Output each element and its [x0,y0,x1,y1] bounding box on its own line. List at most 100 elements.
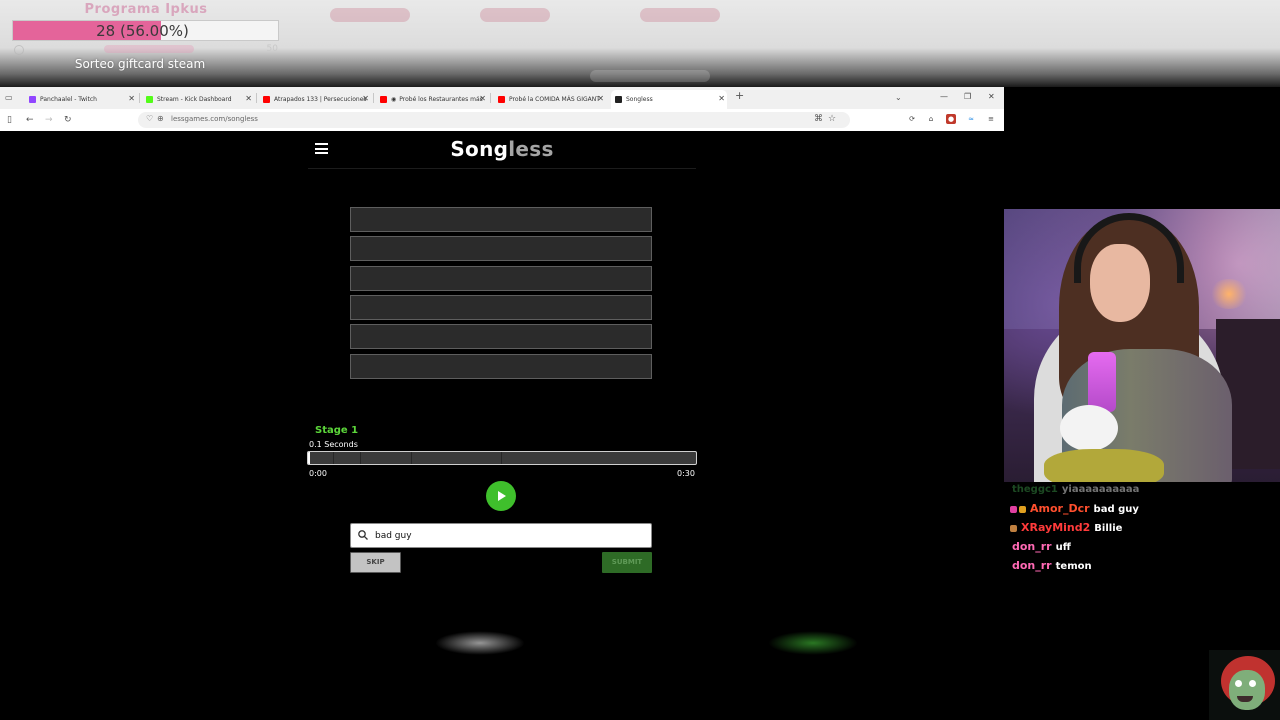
time-start: 0:00 [309,469,327,478]
sidebar-toggle-icon[interactable]: ▯ [7,114,12,126]
chat-message: XRayMind2 Billie [1008,518,1278,537]
chat-username: don_rr [1012,540,1052,553]
tab-separator [490,93,491,103]
close-tab-icon[interactable]: ✕ [597,94,604,103]
bookmark-star-icon[interactable]: ☆ [828,114,836,124]
chat-message: don_rr temon [1008,556,1278,575]
app-logo: Songless [308,137,696,161]
close-tab-icon[interactable]: ✕ [718,94,725,103]
sticker-eye [1249,680,1256,687]
goal-progress-bar: 28 (56.00%) [12,20,279,41]
submit-button[interactable]: SUBMIT [602,552,652,573]
reload-icon[interactable]: ↻ [64,114,72,126]
goal-ghost-text [104,45,194,53]
close-window-icon[interactable]: ✕ [988,92,995,101]
tab-list-chevron-icon[interactable]: ⌄ [895,93,902,103]
tab-label: Songless [626,96,653,103]
tab-songless[interactable]: Songless ✕ [611,90,727,109]
close-tab-icon[interactable]: ✕ [479,94,486,103]
chat-badge-icon [1019,505,1026,513]
tab-separator [139,93,140,103]
chat-text: Billie [1094,523,1123,534]
stream-goal-widget: Programa Ipkus 28 (56.00%) 50 Sorteo gif… [12,2,280,71]
blurred-overlay-element [480,8,550,22]
tab-youtube-restaurantes[interactable]: ◉ Probé los Restaurantes más ✕ [376,90,488,108]
blurred-overlay-element [435,631,525,655]
tab-kick[interactable]: Stream - Kick Dashboard ✕ [142,90,254,108]
chat-username: don_rr [1012,559,1052,572]
song-search-box[interactable] [350,523,652,548]
plush-toy [1060,405,1118,451]
tab-twitch[interactable]: Panchaalel - Twitch ✕ [25,90,137,108]
webcam-lamp [1209,279,1249,309]
blurred-overlay-element [640,8,720,22]
close-tab-icon[interactable]: ✕ [362,94,369,103]
stage-divider [333,452,334,464]
chat-text: yiaaaaaaaaaa [1061,484,1140,495]
extension-icon[interactable]: ● [946,114,956,124]
audio-playing-icon[interactable]: ◉ [391,96,396,103]
youtube-favicon-icon [498,95,505,103]
sticker-eye [1235,680,1242,687]
tab-youtube-comida[interactable]: Probé la COMIDA MÁS GIGANT ✕ [494,90,606,108]
chat-message: theggc1 yiaaaaaaaaaa [1008,483,1278,499]
chat-text: temon [1055,561,1092,572]
site-info-icon[interactable]: ♡ [146,114,153,123]
restore-icon[interactable]: ❐ [964,92,971,101]
skip-button[interactable]: SKIP [350,552,401,573]
goal-caption: Sorteo giftcard steam [74,57,206,71]
time-end: 0:30 [677,469,695,478]
chat-text: bad guy [1093,504,1139,515]
tab-youtube-atrapados[interactable]: Atrapados 133 | Persecuciones ✕ [259,90,371,108]
guess-slot [350,207,652,232]
webcam-streamer-legs [1044,449,1164,482]
close-tab-icon[interactable]: ✕ [128,94,135,103]
songless-favicon-icon [615,96,622,103]
guess-slot [350,294,652,320]
tab-label: Panchaalel - Twitch [40,95,97,103]
audio-progress-track [307,451,697,465]
translate-icon[interactable]: ⌘ [814,114,823,124]
tab-separator [256,93,257,103]
menu-icon[interactable]: ≡ [986,114,996,124]
goal-title: Programa Ipkus [84,2,208,17]
logo-light: less [508,137,554,161]
back-arrow-icon[interactable]: ← [26,114,34,126]
guess-slot [350,236,652,262]
extension-icon[interactable]: ⟳ [907,114,917,124]
goal-subrow: 50 [12,42,280,56]
close-tab-icon[interactable]: ✕ [245,94,252,103]
duration-label: 0.1 Seconds [309,440,358,449]
webcam-feed [1004,209,1280,482]
chat-text: uff [1055,542,1071,553]
goal-ring-icon [14,45,24,55]
songless-page: Songless Stage 1 0.1 Seconds 0:00 0:30 S… [0,131,1004,720]
chat-username: theggc1 [1012,484,1058,495]
song-search-input[interactable] [375,528,645,544]
url-text[interactable]: lessgames.com/songless [171,115,258,123]
app-header: Songless [308,131,696,169]
stage-divider [411,452,412,464]
logo-bold: Song [450,137,509,161]
minimize-icon[interactable]: — [940,92,948,101]
new-tab-button[interactable]: + [735,90,744,101]
chat-overlay: theggc1 yiaaaaaaaaaa Amor_Dcr bad guy XRayMi… [1008,483,1278,575]
kick-favicon-icon [146,95,153,103]
forward-arrow-icon[interactable]: → [45,114,53,126]
guess-slot [350,324,652,350]
youtube-favicon-icon [263,95,270,103]
extension-icon[interactable]: ≈ [966,114,976,124]
lock-icon[interactable]: ⊕ [157,114,164,123]
stage-label: Stage 1 [315,425,359,436]
tab-actions-icon[interactable]: ▭ [5,93,13,103]
play-button[interactable] [486,481,516,511]
blurred-overlay-element [768,631,858,655]
chat-message: Amor_Dcr bad guy [1008,499,1278,518]
tab-label: Stream - Kick Dashboard [157,95,232,103]
goal-max-value: 50 [266,44,278,54]
extension-icon[interactable]: ⌂ [926,114,936,124]
stage-divider [501,452,502,464]
blurred-overlay-element [590,70,710,82]
address-bar[interactable]: ♡ ⊕ lessgames.com/songless ⌘ ☆ [138,112,850,128]
blurred-overlay-element [330,8,410,22]
